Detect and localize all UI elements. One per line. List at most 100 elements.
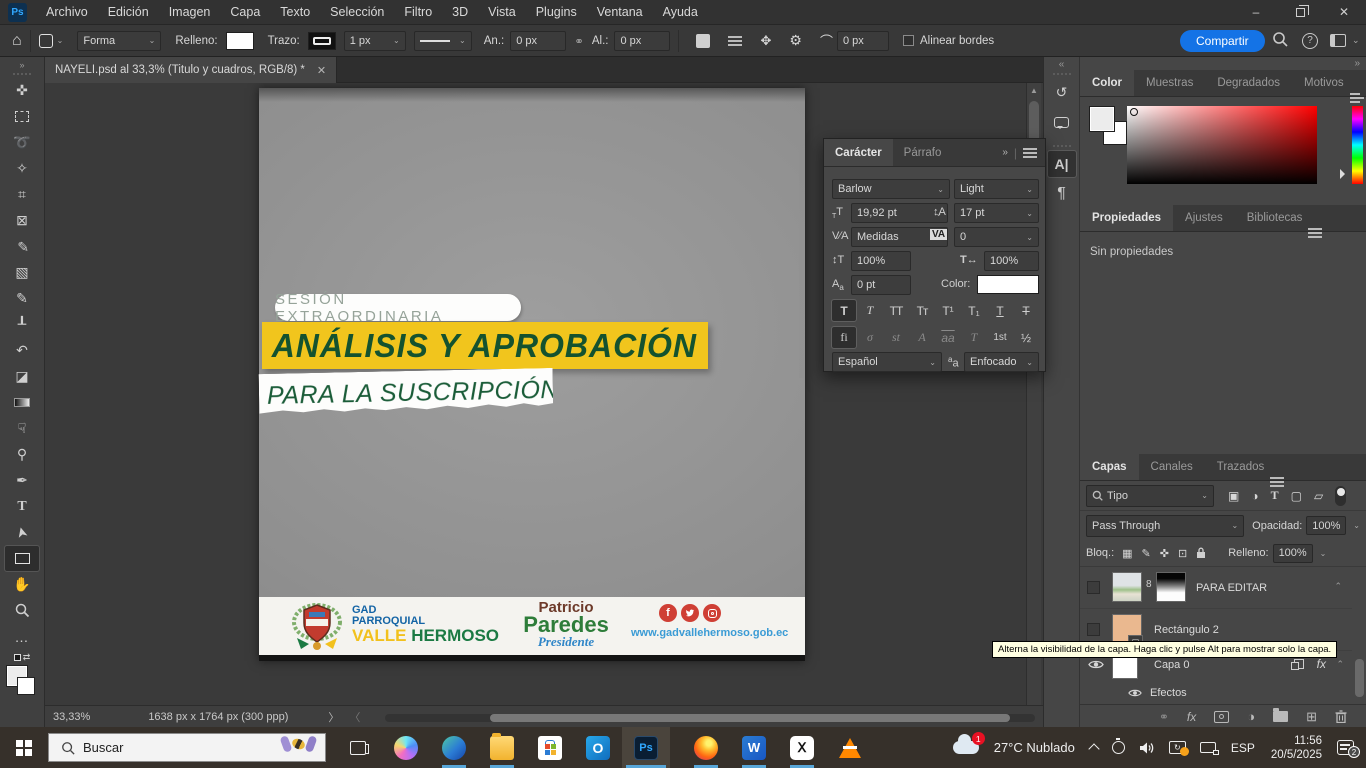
stroke-width-select[interactable]: 1 px⌄: [344, 31, 406, 51]
delete-layer-trash-icon[interactable]: [1335, 710, 1347, 723]
task-view-button[interactable]: [334, 727, 382, 768]
tab-degradados[interactable]: Degradados: [1205, 69, 1292, 96]
stroke-swatch[interactable]: [308, 32, 336, 50]
titling-alternates-toggle[interactable]: aa: [936, 327, 960, 348]
properties-panel-menu-icon[interactable]: [1308, 228, 1322, 238]
filter-toggle[interactable]: [1335, 486, 1346, 506]
workspace-chevron-icon[interactable]: ⌄: [1352, 35, 1360, 46]
strikethrough-toggle[interactable]: T: [1014, 300, 1038, 321]
layer-name-para-editar[interactable]: PARA EDITAR: [1196, 582, 1267, 594]
filter-adjustment-icon[interactable]: ◑: [1251, 489, 1258, 503]
search-icon[interactable]: [1272, 31, 1288, 50]
add-adjustment-icon[interactable]: ◑: [1247, 709, 1255, 724]
menu-ventana[interactable]: Ventana: [587, 0, 653, 25]
character-panel-menu-icon[interactable]: [1023, 148, 1037, 158]
tab-propiedades[interactable]: Propiedades: [1080, 204, 1173, 231]
dock-expand-icon[interactable]: »: [1354, 58, 1360, 69]
zoom-tool[interactable]: [5, 598, 39, 623]
baseline-shift-input[interactable]: 0 pt: [851, 275, 911, 295]
visibility-checkbox-rectangulo-2[interactable]: [1087, 623, 1100, 636]
tab-bibliotecas[interactable]: Bibliotecas: [1235, 204, 1315, 231]
opacity-input[interactable]: 100%: [1306, 516, 1346, 535]
layers-panel-menu-icon[interactable]: [1270, 477, 1284, 487]
tab-parrafo[interactable]: Párrafo: [893, 139, 953, 166]
history-brush-tool[interactable]: ↶: [5, 338, 39, 363]
tab-capas[interactable]: Capas: [1080, 453, 1139, 480]
hand-tool[interactable]: ✋: [5, 572, 39, 597]
text-color-swatch[interactable]: [977, 275, 1039, 294]
underline-toggle[interactable]: T: [988, 300, 1012, 321]
effects-collapse-icon[interactable]: ⌃: [1336, 659, 1344, 670]
frame-tool[interactable]: ⊠: [5, 208, 39, 233]
tool-preset-icon[interactable]: ⌄: [39, 34, 64, 48]
fill-opacity-input[interactable]: 100%: [1273, 544, 1313, 563]
rectangle-tool[interactable]: [5, 546, 39, 571]
layers-scroll-thumb[interactable]: [1355, 659, 1364, 697]
toolbar-collapse-icon[interactable]: »: [0, 57, 44, 70]
weather-text[interactable]: 27°C Nublado: [994, 740, 1075, 755]
path-alignment-icon[interactable]: [728, 36, 742, 46]
status-arrow-icon[interactable]: 〉: [328, 709, 339, 725]
link-dimensions-icon[interactable]: ⚭: [574, 34, 584, 48]
menu-3d[interactable]: 3D: [442, 0, 478, 25]
color-cursor[interactable]: [1130, 108, 1138, 116]
new-layer-icon[interactable]: ⊞: [1306, 709, 1317, 725]
edit-toolbar-icon[interactable]: …: [5, 624, 39, 649]
visibility-checkbox-para-editar[interactable]: [1087, 581, 1100, 594]
menu-imagen[interactable]: Imagen: [159, 0, 221, 25]
filter-image-icon[interactable]: ▣: [1228, 489, 1239, 503]
history-panel-icon[interactable]: ↺: [1048, 79, 1076, 105]
filter-shape-icon[interactable]: ▢: [1291, 489, 1302, 503]
tool-mode-select[interactable]: Forma⌄: [77, 31, 161, 51]
menu-texto[interactable]: Texto: [270, 0, 320, 25]
blend-mode-select[interactable]: Pass Through⌄: [1086, 515, 1244, 537]
close-icon[interactable]: ✕: [1322, 0, 1366, 25]
dodge-tool[interactable]: ⚲: [5, 442, 39, 467]
screen-share-icon[interactable]: ↻: [1169, 741, 1186, 754]
contextual-alternates-toggle[interactable]: st: [884, 327, 908, 348]
scroll-up-icon[interactable]: ▲: [1027, 83, 1041, 95]
menu-seleccion[interactable]: Selección: [320, 0, 394, 25]
eyedropper-tool[interactable]: ✐: [5, 234, 39, 259]
lasso-tool[interactable]: ➰: [5, 130, 39, 155]
foreground-color-swatch[interactable]: [1090, 107, 1114, 131]
layer-collapse-icon[interactable]: ⌃: [1334, 581, 1342, 592]
tab-motivos[interactable]: Motivos: [1292, 69, 1356, 96]
menu-vista[interactable]: Vista: [478, 0, 526, 25]
language-indicator[interactable]: ESP: [1231, 741, 1255, 755]
shape-settings-gear-icon[interactable]: ⚙: [789, 32, 802, 49]
path-selection-tool[interactable]: ➤: [5, 520, 39, 545]
tracking-select[interactable]: 0⌄: [954, 227, 1039, 247]
restore-icon[interactable]: [1278, 0, 1322, 25]
color-saturation-field[interactable]: [1127, 106, 1317, 184]
fx-badge[interactable]: fx: [1317, 657, 1326, 671]
menu-plugins[interactable]: Plugins: [526, 0, 587, 25]
tab-caracter[interactable]: Carácter: [824, 139, 893, 166]
font-style-select[interactable]: Light⌄: [954, 179, 1039, 199]
zoom-level[interactable]: 33,33%: [53, 711, 90, 723]
tab-color[interactable]: Color: [1080, 69, 1134, 96]
status-arrow-left-icon[interactable]: 〈: [349, 709, 360, 725]
superscript-toggle[interactable]: T¹: [936, 300, 960, 321]
clock[interactable]: 11:56 20/5/2025: [1271, 734, 1322, 762]
tab-canales[interactable]: Canales: [1139, 453, 1205, 480]
crop-tool[interactable]: ⌗: [5, 182, 39, 207]
layer-row-para-editar[interactable]: 8 PARA EDITAR ⌃: [1080, 567, 1352, 609]
lock-artboard-icon[interactable]: ⊡: [1178, 547, 1187, 560]
canvas-horizontal-scrollbar[interactable]: [385, 714, 1035, 722]
tab-trazados[interactable]: Trazados: [1205, 453, 1277, 480]
width-input[interactable]: 0 px: [510, 31, 566, 51]
taskbar-edge-icon[interactable]: [430, 727, 478, 768]
taskbar-copilot-icon[interactable]: [382, 727, 430, 768]
menu-capa[interactable]: Capa: [220, 0, 270, 25]
dock-collapse-icon[interactable]: «: [1044, 57, 1079, 70]
path-operations-icon[interactable]: [696, 34, 710, 48]
close-tab-icon[interactable]: ✕: [317, 64, 326, 77]
brush-tool[interactable]: ✎: [5, 286, 39, 311]
taskbar-vlc-icon[interactable]: [826, 727, 874, 768]
help-icon[interactable]: ?: [1302, 33, 1318, 49]
all-caps-toggle[interactable]: TT: [884, 300, 908, 321]
layer-name-rectangulo-2[interactable]: Rectángulo 2: [1154, 624, 1219, 636]
taskbar-explorer-icon[interactable]: [478, 727, 526, 768]
panel-collapse-icon[interactable]: »: [1002, 147, 1008, 158]
